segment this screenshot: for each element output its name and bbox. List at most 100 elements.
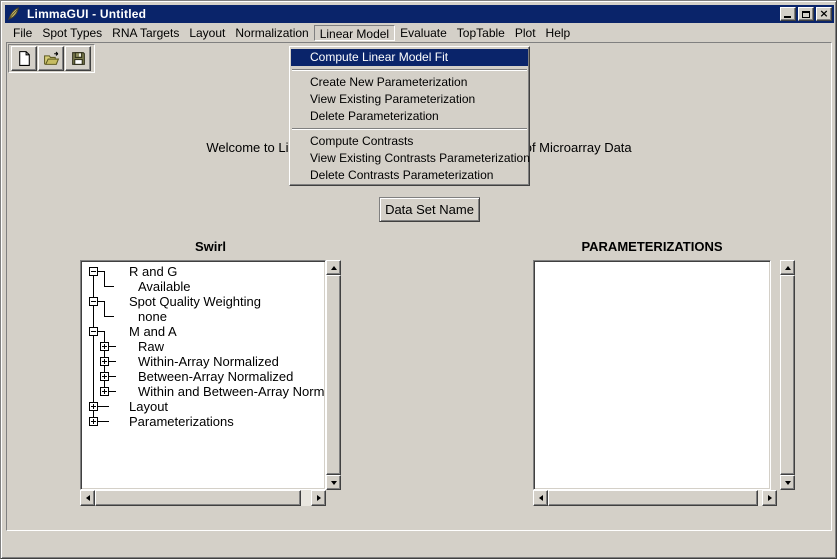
- arrow-down-icon: [331, 481, 337, 485]
- arrow-down-icon: [785, 481, 791, 485]
- menu-separator: [292, 69, 527, 71]
- open-file-button[interactable]: [38, 46, 64, 71]
- scroll-up-button[interactable]: [326, 260, 341, 275]
- save-file-button[interactable]: [65, 46, 91, 71]
- right-vertical-scrollbar[interactable]: [780, 260, 795, 490]
- scroll-down-button[interactable]: [780, 475, 795, 490]
- menu-plot[interactable]: Plot: [510, 25, 541, 41]
- menu-separator: [292, 128, 527, 130]
- expand-icon[interactable]: [100, 342, 109, 351]
- tree-connector: [98, 301, 105, 302]
- tree-row: none: [83, 309, 323, 324]
- scrollbar-thumb[interactable]: [95, 490, 301, 506]
- data-set-name-button[interactable]: Data Set Name: [379, 197, 480, 222]
- tree-connector: [98, 406, 109, 407]
- tree-connector: [104, 316, 114, 317]
- menu-toptable[interactable]: TopTable: [452, 25, 510, 41]
- menu-item-view-existing-contrasts-parameterization[interactable]: View Existing Contrasts Parameterization: [291, 150, 528, 167]
- arrow-left-icon: [539, 495, 543, 501]
- tree-connector: [109, 391, 116, 392]
- tree-row: Parameterizations: [83, 414, 323, 429]
- menu-item-delete-parameterization[interactable]: Delete Parameterization: [291, 108, 528, 125]
- close-button[interactable]: ×: [816, 7, 832, 21]
- minimize-icon: [784, 16, 791, 18]
- tree-node-label[interactable]: Available: [138, 279, 191, 294]
- collapse-icon[interactable]: [89, 267, 98, 276]
- scrollbar-thumb[interactable]: [548, 490, 758, 506]
- title-bar[interactable]: LimmaGUI - Untitled ×: [5, 5, 834, 23]
- open-folder-icon: [43, 50, 60, 67]
- expand-icon[interactable]: [89, 417, 98, 426]
- main-content-frame: Compute Linear Model Fit Create New Para…: [6, 42, 832, 531]
- tree-row: Layout: [83, 399, 323, 414]
- tree-node-label[interactable]: Within and Between-Array Norm: [138, 384, 324, 399]
- arrow-right-icon: [768, 495, 772, 501]
- menu-file[interactable]: File: [8, 25, 37, 41]
- left-horizontal-scrollbar[interactable]: [80, 490, 326, 506]
- expand-icon[interactable]: [100, 357, 109, 366]
- tree-node-label[interactable]: Parameterizations: [129, 414, 234, 429]
- tree-node-label[interactable]: Between-Array Normalized: [138, 369, 293, 384]
- tree-connector: [104, 286, 114, 287]
- tree-connector: [98, 421, 109, 422]
- save-floppy-icon: [70, 50, 87, 67]
- new-file-button[interactable]: [11, 46, 37, 71]
- scroll-right-button[interactable]: [311, 490, 326, 506]
- right-horizontal-scrollbar[interactable]: [533, 490, 777, 506]
- menu-rna-targets[interactable]: RNA Targets: [107, 25, 184, 41]
- swirl-tree-listbox[interactable]: R and GAvailableSpot Quality Weightingno…: [80, 260, 326, 490]
- menu-normalization[interactable]: Normalization: [230, 25, 313, 41]
- menu-spot-types[interactable]: Spot Types: [37, 25, 107, 41]
- collapse-icon[interactable]: [89, 297, 98, 306]
- maximize-button[interactable]: [798, 7, 814, 21]
- scroll-left-button[interactable]: [80, 490, 95, 506]
- menu-help[interactable]: Help: [541, 25, 576, 41]
- tree-connector: [109, 376, 116, 377]
- menu-item-view-existing-parameterization[interactable]: View Existing Parameterization: [291, 91, 528, 108]
- menu-layout[interactable]: Layout: [184, 25, 230, 41]
- tree-node-label[interactable]: Spot Quality Weighting: [129, 294, 261, 309]
- menu-item-compute-contrasts[interactable]: Compute Contrasts: [291, 133, 528, 150]
- menu-item-delete-contrasts-parameterization[interactable]: Delete Contrasts Parameterization: [291, 167, 528, 184]
- window-title: LimmaGUI - Untitled: [27, 7, 146, 21]
- linear-model-menu: Compute Linear Model Fit Create New Para…: [289, 46, 530, 186]
- menu-item-compute-linear-model-fit[interactable]: Compute Linear Model Fit: [291, 49, 528, 66]
- tree-connector: [109, 361, 116, 362]
- scroll-up-button[interactable]: [780, 260, 795, 275]
- expand-icon[interactable]: [100, 372, 109, 381]
- swirl-tree: R and GAvailableSpot Quality Weightingno…: [83, 263, 323, 487]
- menu-evaluate[interactable]: Evaluate: [395, 25, 452, 41]
- collapse-icon[interactable]: [89, 327, 98, 336]
- arrow-up-icon: [785, 266, 791, 270]
- toolbar: [8, 44, 95, 73]
- tree-row: R and G: [83, 264, 323, 279]
- tree-row: Raw: [83, 339, 323, 354]
- tree-node-label[interactable]: Within-Array Normalized: [138, 354, 279, 369]
- tree-node-label[interactable]: M and A: [129, 324, 177, 339]
- tk-feather-icon: [7, 7, 23, 21]
- tree-row: Within-Array Normalized: [83, 354, 323, 369]
- expand-icon[interactable]: [100, 387, 109, 396]
- tree-row: Between-Array Normalized: [83, 369, 323, 384]
- scrollbar-thumb[interactable]: [326, 275, 341, 475]
- scroll-down-button[interactable]: [326, 475, 341, 490]
- tree-connector: [98, 271, 105, 272]
- menu-item-create-new-parameterization[interactable]: Create New Parameterization: [291, 74, 528, 91]
- tree-node-label[interactable]: R and G: [129, 264, 177, 279]
- tree-row: Spot Quality Weighting: [83, 294, 323, 309]
- minimize-button[interactable]: [780, 7, 796, 21]
- close-icon: ×: [819, 9, 828, 19]
- parameterizations-listbox[interactable]: [533, 260, 771, 490]
- right-panel-title: PARAMETERIZATIONS: [533, 239, 771, 255]
- tree-node-label[interactable]: Layout: [129, 399, 168, 414]
- tree-connector: [109, 346, 116, 347]
- scroll-right-button[interactable]: [762, 490, 777, 506]
- scrollbar-thumb[interactable]: [780, 275, 795, 475]
- tree-node-label[interactable]: none: [138, 309, 167, 324]
- menu-linear-model[interactable]: Linear Model: [314, 25, 395, 41]
- expand-icon[interactable]: [89, 402, 98, 411]
- tree-row: Within and Between-Array Norm: [83, 384, 323, 399]
- scroll-left-button[interactable]: [533, 490, 548, 506]
- tree-node-label[interactable]: Raw: [138, 339, 164, 354]
- left-vertical-scrollbar[interactable]: [326, 260, 341, 490]
